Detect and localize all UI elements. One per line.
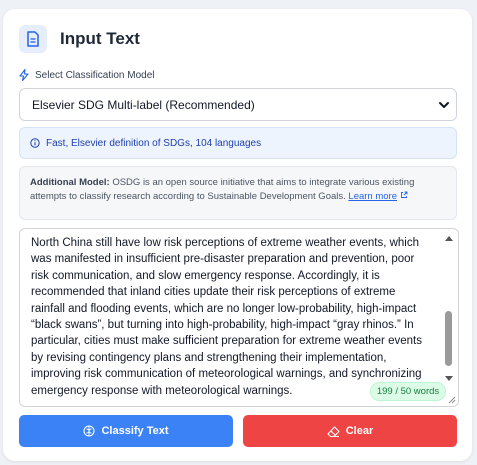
eraser-icon — [327, 425, 340, 437]
clear-button-label: Clear — [345, 425, 374, 437]
model-select[interactable]: Elsevier SDG Multi-label (Recommended) — [19, 88, 457, 121]
lightning-icon — [19, 69, 29, 81]
classify-button[interactable]: Classify Text — [19, 415, 233, 447]
learn-more-link[interactable]: Learn more — [348, 191, 397, 202]
additional-model-box: Additional Model: OSDG is an open source… — [19, 166, 457, 220]
additional-model-label: Additional Model: — [30, 177, 110, 188]
scroll-up-arrow-icon[interactable] — [444, 234, 454, 242]
model-info-box: Fast, Elsevier definition of SDGs, 104 l… — [19, 127, 457, 159]
document-icon — [19, 25, 47, 53]
external-link-icon — [400, 191, 408, 198]
model-select-value: Elsevier SDG Multi-label (Recommended) — [32, 97, 255, 112]
word-count-badge: 199 / 50 words — [370, 382, 446, 401]
info-icon — [30, 138, 40, 148]
card-header: Input Text — [19, 25, 140, 53]
classify-button-label: Classify Text — [101, 425, 169, 437]
model-info-text: Fast, Elsevier definition of SDGs, 104 l… — [46, 137, 262, 149]
scrollbar[interactable] — [443, 231, 455, 403]
input-card: Input Text Select Classification Model E… — [3, 9, 472, 461]
text-input[interactable]: North China still have low risk percepti… — [19, 228, 459, 407]
model-select-label: Select Classification Model — [19, 69, 155, 81]
model-select-label-text: Select Classification Model — [35, 69, 155, 81]
chevron-down-icon — [439, 102, 449, 108]
page-title: Input Text — [60, 29, 140, 48]
scroll-down-arrow-icon[interactable] — [444, 375, 454, 383]
brain-icon — [83, 425, 96, 437]
text-input-value: North China still have low risk percepti… — [31, 237, 422, 397]
clear-button[interactable]: Clear — [243, 415, 457, 447]
scrollbar-thumb[interactable] — [445, 311, 452, 366]
resize-grip-icon[interactable] — [448, 396, 456, 404]
